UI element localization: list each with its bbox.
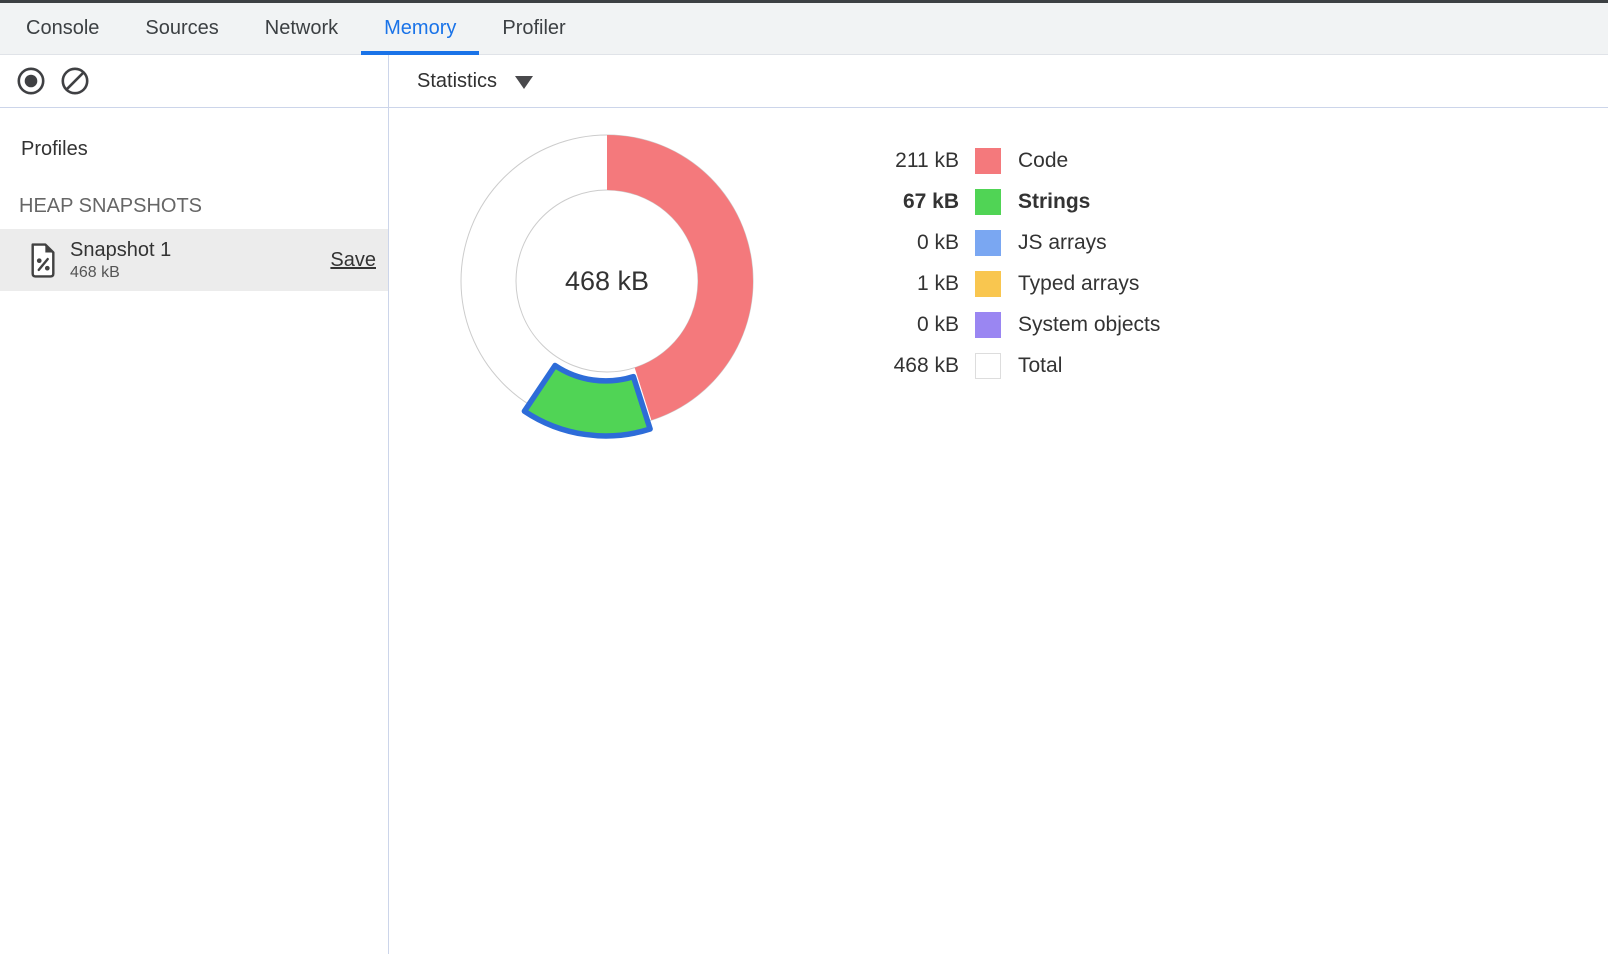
legend-value: 211 kB	[839, 149, 959, 173]
legend-value: 0 kB	[839, 231, 959, 255]
profiles-sidebar: Profiles HEAP SNAPSHOTS Snapshot 1 468 k…	[0, 55, 389, 954]
legend-swatch-strings	[975, 189, 1001, 215]
tab-memory[interactable]: Memory	[361, 3, 479, 54]
legend-label: System objects	[1018, 313, 1160, 337]
tab-network[interactable]: Network	[242, 3, 361, 54]
donut-slice-strings[interactable]	[524, 365, 650, 435]
legend-label: Code	[1018, 149, 1068, 173]
legend-row-total: 468 kB Total	[839, 345, 1160, 386]
chevron-down-icon	[515, 76, 533, 89]
chart-legend: 211 kB Code 67 kB Strings 0 kB JS arrays	[839, 140, 1160, 386]
statistics-toolbar: Statistics	[389, 55, 1608, 108]
snapshot-info: Snapshot 1 468 kB	[70, 239, 330, 282]
panel-body: Profiles HEAP SNAPSHOTS Snapshot 1 468 k…	[0, 55, 1608, 954]
clear-profiles-button[interactable]	[60, 66, 90, 96]
legend-value: 468 kB	[839, 354, 959, 378]
legend-swatch-system-objects	[975, 312, 1001, 338]
clear-icon	[60, 66, 90, 96]
tab-console[interactable]: Console	[3, 3, 122, 54]
main-tabbar: Console Sources Network Memory Profiler	[0, 3, 1608, 55]
legend-value: 1 kB	[839, 272, 959, 296]
heap-snapshot-file-icon	[28, 242, 58, 279]
legend-value: 0 kB	[839, 313, 959, 337]
devtools-memory-panel: Console Sources Network Memory Profiler	[0, 0, 1608, 954]
view-mode-value: Statistics	[417, 70, 497, 93]
legend-label: Typed arrays	[1018, 272, 1139, 296]
heap-statistics-donut-chart	[437, 111, 777, 451]
view-mode-select[interactable]: Statistics	[417, 70, 533, 93]
legend-row-js-arrays: 0 kB JS arrays	[839, 222, 1160, 263]
save-snapshot-link[interactable]: Save	[330, 249, 376, 272]
legend-row-code: 211 kB Code	[839, 140, 1160, 181]
legend-row-system-objects: 0 kB System objects	[839, 304, 1160, 345]
legend-label: JS arrays	[1018, 231, 1107, 255]
tab-sources[interactable]: Sources	[122, 3, 241, 54]
profiles-toolbar	[0, 55, 388, 108]
legend-row-strings: 67 kB Strings	[839, 181, 1160, 222]
snapshot-size: 468 kB	[70, 264, 330, 282]
profiles-heading: Profiles	[21, 138, 388, 161]
snapshot-name: Snapshot 1	[70, 239, 330, 262]
tab-profiler[interactable]: Profiler	[479, 3, 588, 54]
record-heap-snapshot-button[interactable]	[16, 66, 46, 96]
legend-swatch-js-arrays	[975, 230, 1001, 256]
statistics-chart-area: 468 kB 211 kB Code 67 kB Strings 0 kB	[389, 108, 1608, 954]
heap-snapshots-section-heading: HEAP SNAPSHOTS	[19, 195, 388, 218]
record-icon	[16, 66, 46, 96]
legend-label: Strings	[1018, 190, 1090, 214]
legend-swatch-total	[975, 353, 1001, 379]
snapshot-list-item[interactable]: Snapshot 1 468 kB Save	[0, 229, 388, 291]
legend-swatch-typed-arrays	[975, 271, 1001, 297]
legend-swatch-code	[975, 148, 1001, 174]
legend-value: 67 kB	[839, 190, 959, 214]
legend-row-typed-arrays: 1 kB Typed arrays	[839, 263, 1160, 304]
statistics-main-panel: Statistics 468 kB 211 kB Code 67 kB	[389, 55, 1608, 954]
legend-label: Total	[1018, 354, 1062, 378]
